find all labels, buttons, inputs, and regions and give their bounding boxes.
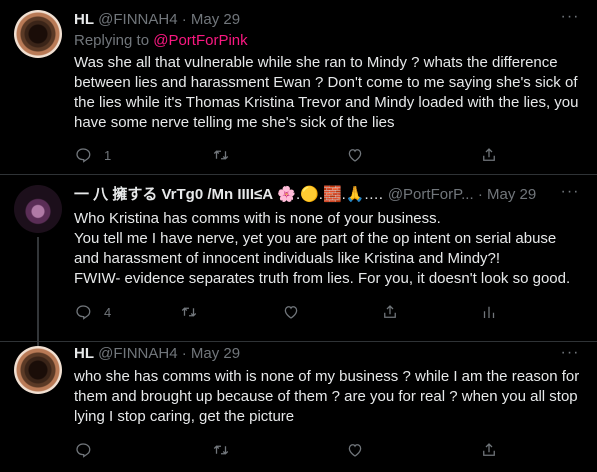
reply-count: 4	[104, 304, 112, 320]
share-icon	[483, 148, 495, 161]
retweet-icon	[213, 150, 229, 160]
tweet-actions: 4	[74, 302, 514, 322]
tweet-date[interactable]: May 29	[487, 186, 536, 203]
tweet-3[interactable]: HL @FINNAH4 · May 29 ··· who she has com…	[0, 340, 597, 472]
thread-line	[37, 237, 39, 343]
avatar[interactable]	[14, 10, 62, 58]
tweet-text: who she has comms with is none of my bus…	[74, 368, 580, 425]
retweet-button[interactable]	[180, 302, 198, 322]
tweet-header: HL @FINNAH4 · May 29	[74, 344, 557, 364]
analytics-icon	[483, 306, 495, 318]
user-handle[interactable]: @FINNAH4	[98, 11, 177, 28]
more-icon[interactable]: ···	[559, 344, 581, 366]
share-button[interactable]	[480, 440, 498, 460]
like-button[interactable]	[282, 302, 300, 322]
retweet-button[interactable]	[212, 440, 230, 460]
reply-button[interactable]: 4	[74, 302, 111, 322]
tweet-2[interactable]: 一 八 擁する VrTg0 /Mn IIII≤A 🌸.🟡.🧱.🙏.… @Port…	[0, 175, 597, 343]
retweet-icon	[181, 307, 197, 317]
replying-to-link[interactable]: @PortForPink	[153, 32, 247, 49]
like-icon	[348, 149, 362, 162]
more-icon[interactable]: ···	[559, 8, 581, 30]
separator-dot: ·	[181, 345, 187, 362]
share-icon	[384, 305, 396, 318]
tweet-date[interactable]: May 29	[191, 11, 240, 28]
reply-icon	[76, 148, 91, 163]
user-handle[interactable]: @PortForP...	[388, 186, 474, 203]
display-name[interactable]: HL	[74, 345, 94, 362]
separator-dot: ·	[477, 186, 483, 203]
replying-to-label: Replying to	[74, 32, 154, 49]
avatar[interactable]	[14, 346, 62, 394]
share-button[interactable]	[381, 302, 399, 322]
replying-to: Replying to @PortForPink	[74, 31, 248, 51]
share-icon	[483, 443, 495, 456]
like-button[interactable]	[346, 440, 364, 460]
tweet-actions: 1	[74, 145, 514, 165]
tweet-header: HL @FINNAH4 · May 29	[74, 10, 557, 30]
tweet-text: Was she all that vulnerable while she ra…	[74, 54, 579, 131]
tweet-text: Who Kristina has comms with is none of y…	[74, 210, 571, 287]
tweet-1[interactable]: HL @FINNAH4 · May 29 ··· Replying to @Po…	[0, 0, 597, 175]
user-handle[interactable]: @FINNAH4	[98, 345, 177, 362]
avatar[interactable]	[14, 185, 62, 233]
tweet-actions	[74, 440, 514, 460]
share-button[interactable]	[480, 145, 498, 165]
display-name[interactable]: HL	[74, 11, 94, 28]
more-icon[interactable]: ···	[559, 183, 581, 205]
separator-dot: ·	[181, 11, 187, 28]
like-button[interactable]	[346, 145, 364, 165]
reply-icon	[76, 443, 91, 458]
reply-count: 1	[104, 147, 112, 163]
tweet-header: 一 八 擁する VrTg0 /Mn IIII≤A 🌸.🟡.🧱.🙏.… @Port…	[74, 185, 557, 205]
analytics-button[interactable]	[480, 302, 498, 322]
tweet-date[interactable]: May 29	[191, 345, 240, 362]
reply-button[interactable]: 1	[74, 145, 111, 165]
like-icon	[348, 444, 362, 457]
retweet-icon	[213, 445, 229, 455]
display-name-emojis: 🌸.🟡.🧱.🙏.…	[277, 186, 384, 203]
retweet-button[interactable]	[212, 145, 230, 165]
reply-button[interactable]	[74, 440, 92, 460]
like-icon	[284, 306, 298, 319]
reply-icon	[76, 305, 91, 320]
display-name[interactable]: 一 八 擁する VrTg0 /Mn IIII≤A	[74, 186, 273, 203]
